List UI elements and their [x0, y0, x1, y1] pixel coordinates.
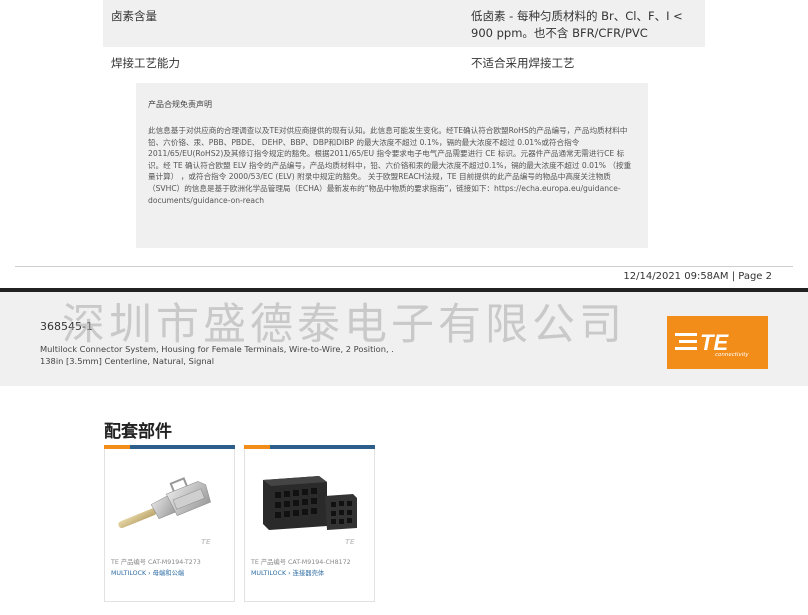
- disclaimer-body: 此信息基于对供应商的合理调查以及TE对供应商提供的现有认知。此信息可能发生变化。…: [148, 126, 632, 205]
- card-top-bar: [244, 445, 375, 449]
- card-part-number: TE 产品编号 CAT-M9194-T273: [111, 559, 201, 566]
- watermark-text: 深圳市盛德泰电子有限公司: [62, 300, 626, 350]
- connector-housing-image: TE: [263, 476, 357, 546]
- card-accent: [104, 445, 130, 449]
- image-watermark-logo: TE: [201, 538, 211, 546]
- spec-value: 不适合采用焊接工艺: [471, 56, 575, 70]
- mating-part-card[interactable]: TE TE 产品编号 CAT-M9194-CH8172 MULTILOCK › …: [244, 445, 375, 602]
- divider: [15, 266, 793, 267]
- card-part-number: TE 产品编号 CAT-M9194-CH8172: [251, 559, 351, 566]
- spec-label: 卤素含量: [111, 9, 157, 23]
- card-top-bar: [104, 445, 235, 449]
- spec-row-halogen: 卤素含量 低卤素 - 每种匀质材料的 Br、Cl、F、I < 900 ppm。也…: [103, 0, 705, 47]
- part-description-line2: 138in [3.5mm] Centerline, Natural, Signa…: [40, 355, 215, 366]
- spec-table: 卤素含量 低卤素 - 每种匀质材料的 Br、Cl、F、I < 900 ppm。也…: [103, 0, 705, 75]
- te-logo: TE connectivity: [667, 316, 768, 369]
- te-logo-icon: TE: [675, 330, 729, 355]
- product-header: 368545-1 Multilock Connector System, Hou…: [0, 288, 808, 386]
- terminal-image: TE: [118, 477, 211, 546]
- card-category-link[interactable]: MULTILOCK › 母端和公端: [111, 568, 184, 577]
- image-watermark-logo: TE: [345, 538, 355, 546]
- mating-part-card[interactable]: TE TE 产品编号 CAT-M9194-T273 MULTILOCK › 母端…: [104, 445, 235, 602]
- card-category-link[interactable]: MULTILOCK › 连接器壳体: [251, 568, 324, 577]
- compliance-disclaimer: 产品合规免责声明 此信息基于对供应商的合理调查以及TE对供应商提供的现有认知。此…: [136, 83, 648, 248]
- spec-label: 焊接工艺能力: [111, 56, 180, 70]
- te-logo-subtext: connectivity: [715, 352, 749, 358]
- spec-value: 低卤素 - 每种匀质材料的 Br、Cl、F、I < 900 ppm。也不含 BF…: [471, 9, 683, 40]
- section-title: 配套部件: [104, 422, 172, 442]
- page-footer: 12/14/2021 09:58AM | Page 2: [623, 271, 772, 282]
- spec-row-solder: 焊接工艺能力 不适合采用焊接工艺: [103, 47, 705, 75]
- disclaimer-title: 产品合规免责声明: [148, 100, 212, 109]
- card-accent: [244, 445, 270, 449]
